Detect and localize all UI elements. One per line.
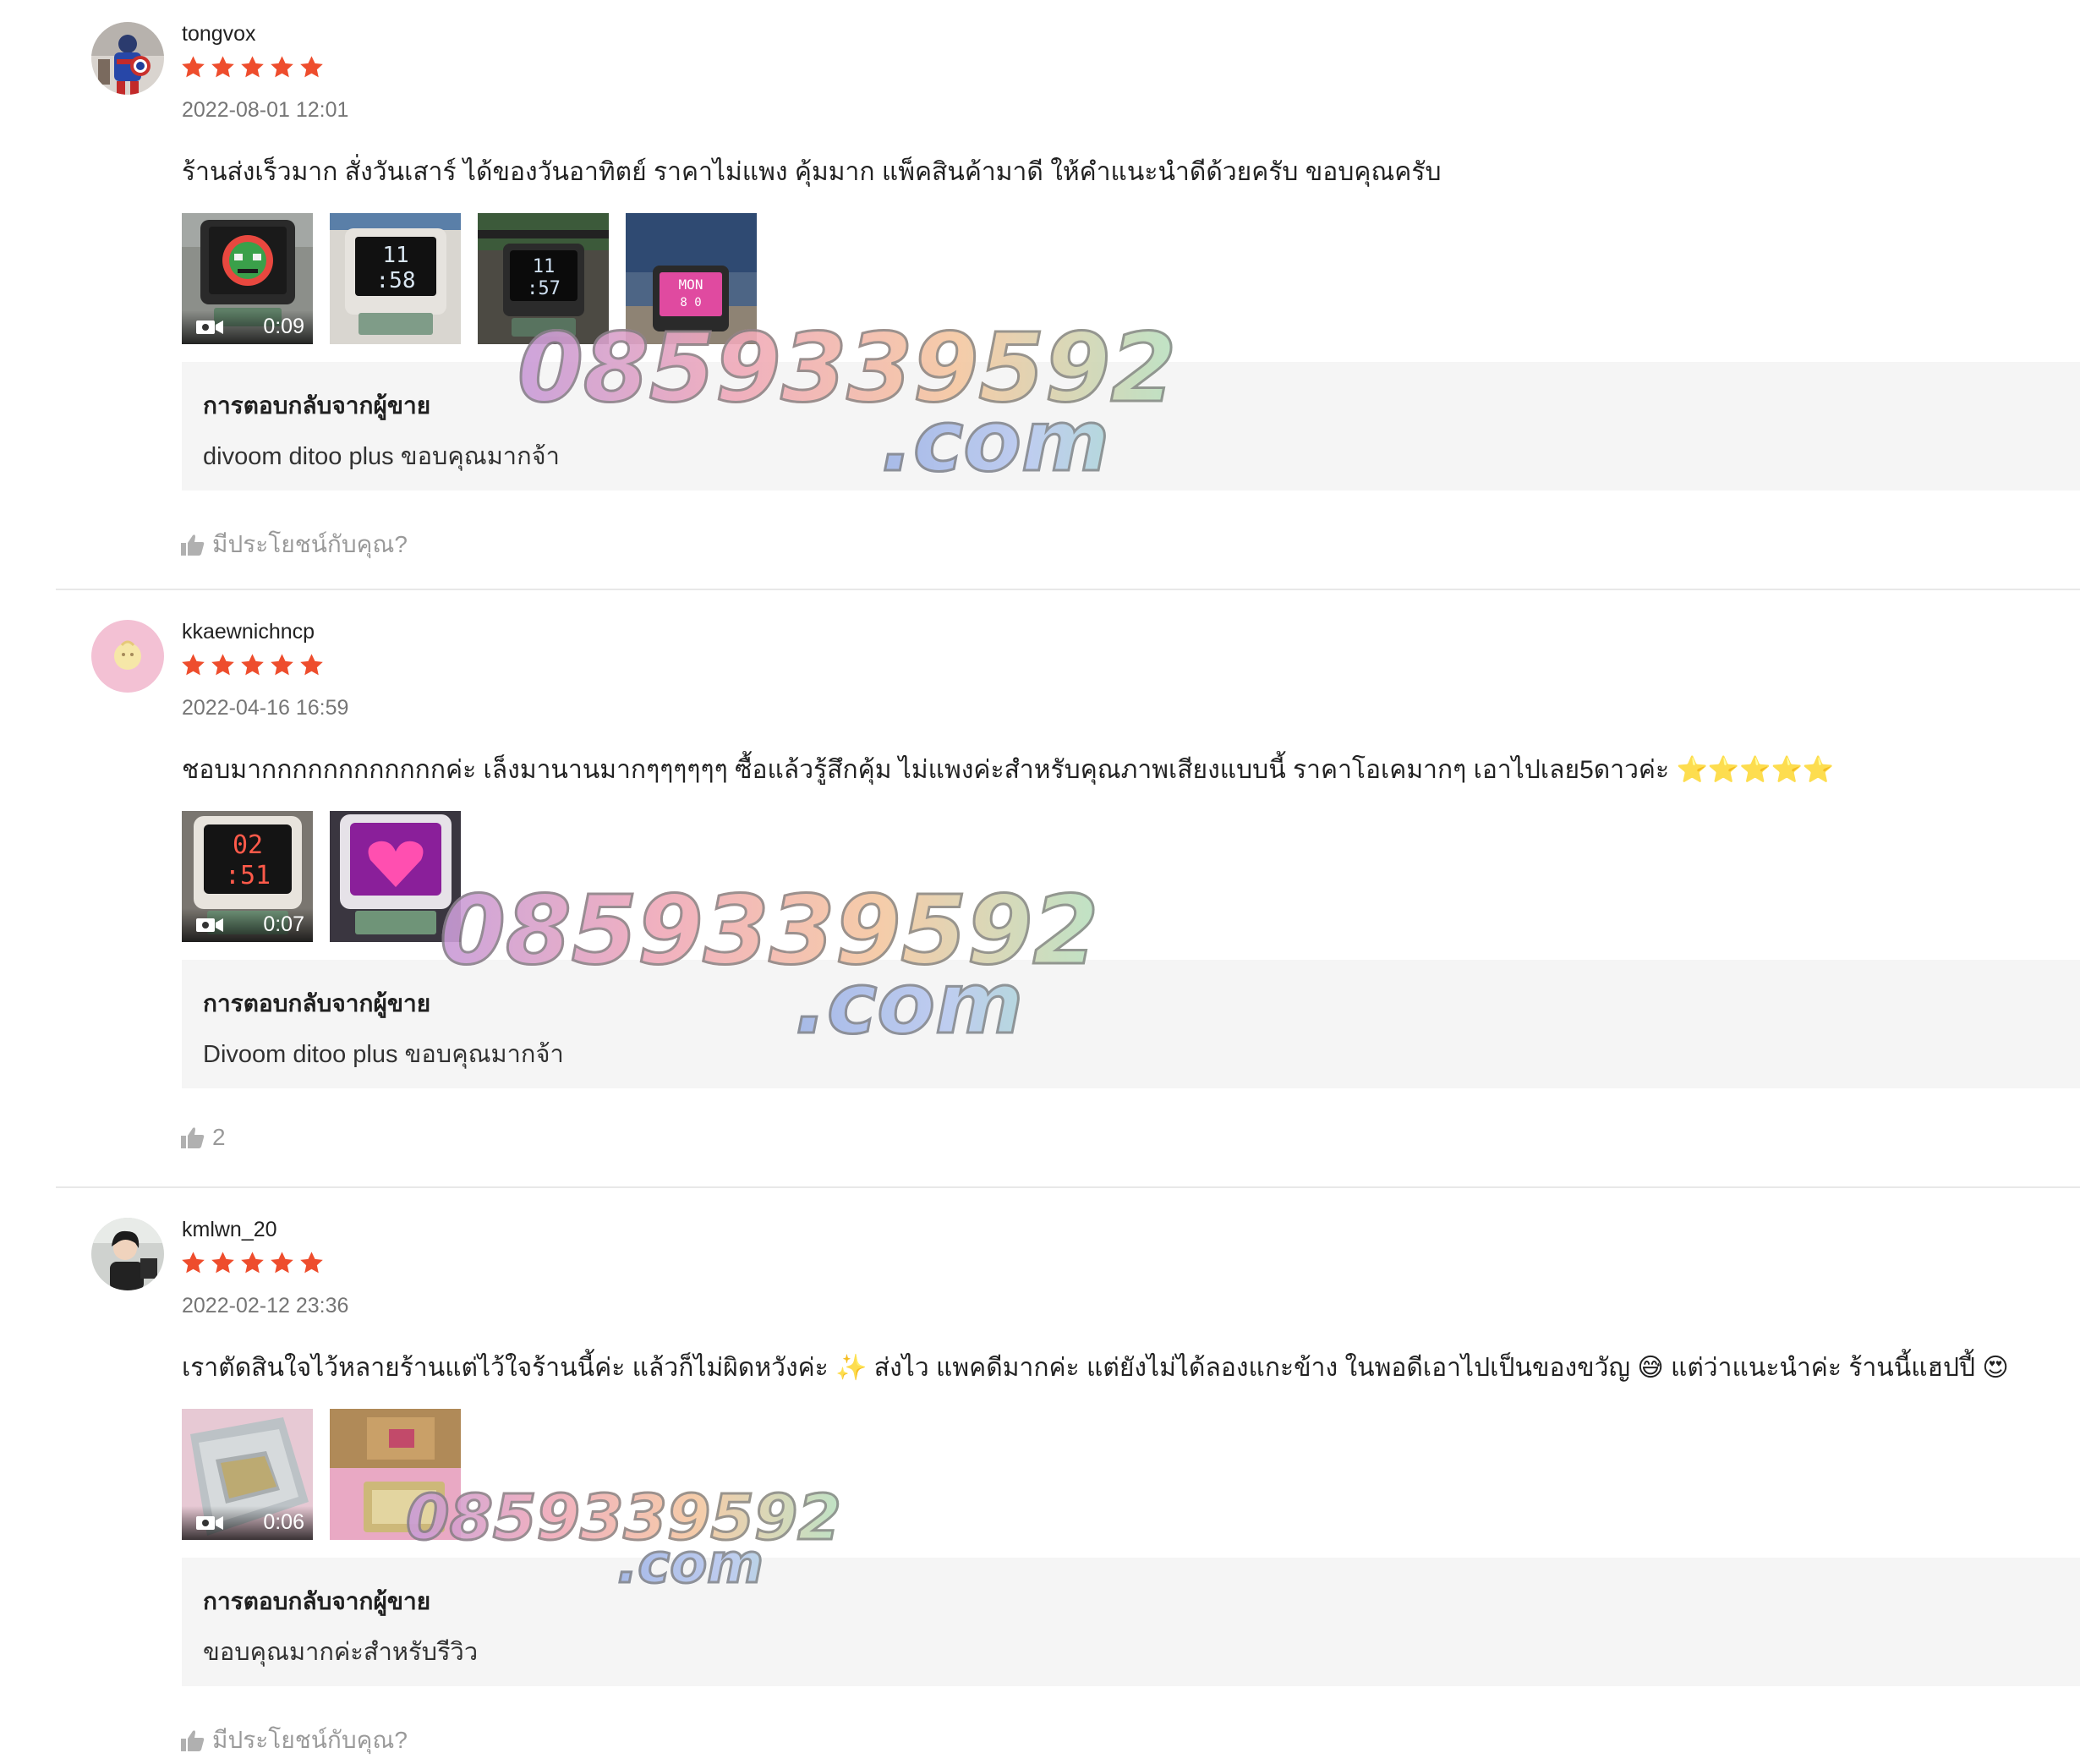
svg-text::58: :58: [376, 268, 416, 293]
video-duration: 0:09: [263, 315, 304, 338]
image-thumbnail[interactable]: [330, 811, 461, 942]
thumbs-up-icon: [181, 1730, 205, 1751]
helpful-button[interactable]: มีประโยชน์กับคุณ?: [180, 526, 408, 563]
seller-reply-title: การตอบกลับจากผู้ขาย: [203, 1588, 431, 1614]
image-thumbnail[interactable]: 11 :58: [330, 213, 461, 344]
video-duration: 0:06: [263, 1510, 304, 1534]
review-divider: [56, 589, 2080, 590]
svg-text::51: :51: [225, 861, 271, 890]
review-comment: ชอบมากกกกกกกกกกกกค่ะ เล็งมานานมากๆๆๆๆๆๆ …: [182, 756, 1835, 784]
review-media: 02 :51 0:07: [182, 811, 461, 942]
seller-reply-text: divoom ditoo plus ขอบคุณมากจ้า: [203, 443, 560, 470]
star-icon: [271, 56, 293, 78]
product-photo: MON 8 0: [626, 213, 757, 344]
review-media: 0:06: [182, 1409, 461, 1540]
image-thumbnail[interactable]: MON 8 0: [626, 213, 757, 344]
video-camera-icon: [196, 320, 223, 334]
seller-reply-title: การตอบกลับจากผู้ขาย: [203, 392, 431, 419]
review-media: 0:09 11 :58 11:57 MON 8 0: [182, 213, 757, 344]
star-icon: [211, 1252, 234, 1274]
video-thumbnail[interactable]: 02 :51 0:07: [182, 811, 313, 942]
video-thumbnail[interactable]: 0:09: [182, 213, 313, 344]
username[interactable]: tongvox: [182, 22, 256, 47]
svg-text:11: 11: [382, 243, 408, 268]
star-icon: [182, 1252, 205, 1274]
video-duration: 0:07: [263, 912, 304, 936]
avatar-person-icon: [91, 1218, 164, 1290]
product-photo: [330, 1409, 461, 1540]
star-icon: [300, 1252, 323, 1274]
review-item: kkaewnichncp 2022-04-16 16:59 ชอบมากกกกก…: [0, 598, 2080, 1196]
image-thumbnail[interactable]: [330, 1409, 461, 1540]
seller-reply: การตอบกลับจากผู้ขาย Divoom ditoo plus ขอ…: [182, 960, 2080, 1088]
star-icon: [182, 654, 205, 676]
product-photo: [330, 811, 461, 942]
star-icon: [271, 654, 293, 676]
review-comment: ร้านส่งเร็วมาก สั่งวันเสาร์ ได้ของวันอาท…: [182, 158, 1442, 186]
product-photo: 11 :57: [478, 213, 609, 344]
review-item: kmlwn_20 2022-02-12 23:36 เราตัดสินใจไว้…: [0, 1196, 2080, 1764]
review-date: 2022-02-12 23:36: [182, 1294, 349, 1318]
review-divider: [56, 1186, 2080, 1188]
svg-text:MON: MON: [679, 277, 703, 293]
star-icon: [241, 1252, 264, 1274]
thumbs-up-icon: [181, 534, 205, 556]
star-icon: [182, 56, 205, 78]
video-camera-icon: [196, 918, 223, 932]
watermark-phone: 0859339592: [405, 1482, 843, 1554]
star-rating: [180, 54, 325, 85]
svg-text::57: :57: [527, 278, 561, 299]
svg-text:11: 11: [533, 256, 556, 277]
reviews-page: tongvox 2022-08-01 12:01 ร้านส่งเร็วมาก …: [0, 0, 2080, 1764]
star-icon: [300, 56, 323, 78]
username[interactable]: kkaewnichncp: [182, 620, 315, 644]
helpful-button[interactable]: มีประโยชน์กับคุณ?: [180, 1722, 408, 1759]
helpful-count: 2: [212, 1124, 226, 1150]
star-icon: [211, 56, 234, 78]
avatar-superhero-icon: [91, 22, 164, 95]
review-comment: เราตัดสินใจไว้หลายร้านแต่ไว้ใจร้านนี้ค่ะ…: [182, 1354, 2009, 1382]
seller-reply-title: การตอบกลับจากผู้ขาย: [203, 990, 431, 1016]
star-icon: [211, 654, 234, 676]
svg-text:02: 02: [233, 830, 263, 860]
helpful-label: มีประโยชน์กับคุณ?: [212, 531, 408, 557]
seller-reply: การตอบกลับจากผู้ขาย ขอบคุณมากค่ะสำหรับรี…: [182, 1558, 2080, 1686]
username[interactable]: kmlwn_20: [182, 1218, 277, 1242]
avatar-pink-icon: [91, 620, 164, 693]
helpful-label: มีประโยชน์กับคุณ?: [212, 1727, 408, 1753]
video-camera-icon: [196, 1516, 223, 1530]
user-avatar[interactable]: [91, 620, 164, 693]
star-rating: [180, 652, 325, 682]
seller-reply-text: ขอบคุณมากค่ะสำหรับรีวิว: [203, 1639, 479, 1666]
star-icon: [271, 1252, 293, 1274]
user-avatar[interactable]: [91, 22, 164, 95]
review-date: 2022-04-16 16:59: [182, 696, 349, 720]
seller-reply-text: Divoom ditoo plus ขอบคุณมากจ้า: [203, 1041, 564, 1068]
helpful-button[interactable]: 2: [180, 1124, 226, 1151]
svg-text:8 0: 8 0: [680, 296, 701, 310]
seller-reply: การตอบกลับจากผู้ขาย divoom ditoo plus ขอ…: [182, 362, 2080, 490]
review-item: tongvox 2022-08-01 12:01 ร้านส่งเร็วมาก …: [0, 0, 2080, 598]
video-thumbnail[interactable]: 0:06: [182, 1409, 313, 1540]
star-rating: [180, 1250, 325, 1280]
user-avatar[interactable]: [91, 1218, 164, 1290]
star-icon: [300, 654, 323, 676]
star-icon: [241, 56, 264, 78]
product-photo: 11 :58: [330, 213, 461, 344]
review-date: 2022-08-01 12:01: [182, 98, 349, 122]
thumbs-up-icon: [181, 1127, 205, 1148]
star-icon: [241, 654, 264, 676]
image-thumbnail[interactable]: 11 :57: [478, 213, 609, 344]
